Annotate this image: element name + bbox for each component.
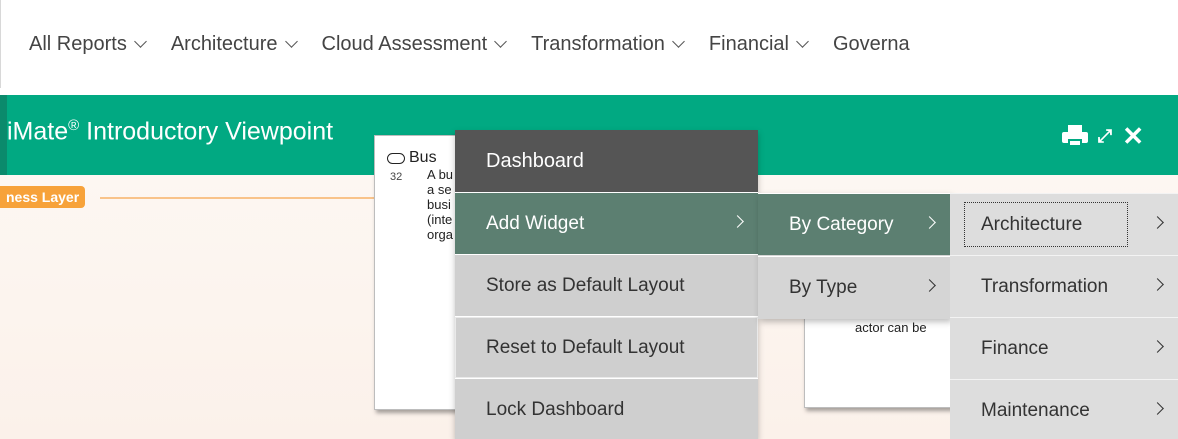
menu-item-by-category[interactable]: By Category bbox=[758, 193, 950, 255]
chevron-right-icon bbox=[1151, 402, 1164, 415]
nav-label: All Reports bbox=[29, 32, 127, 55]
print-icon[interactable] bbox=[1061, 125, 1088, 147]
nav-governance[interactable]: Governa bbox=[833, 33, 910, 56]
nav-cloud-assessment[interactable]: Cloud Assessment bbox=[321, 32, 508, 56]
category-submenu: Architecture Transformation Finance Main… bbox=[950, 193, 1178, 439]
nav-label: Financial bbox=[708, 32, 789, 55]
chevron-down-icon bbox=[796, 34, 809, 48]
nav-architecture[interactable]: Architecture bbox=[170, 32, 298, 56]
chevron-down-icon bbox=[494, 34, 508, 48]
menu-item-architecture[interactable]: Architecture bbox=[950, 193, 1178, 255]
top-navigation: All Reports Architecture Cloud Assessmen… bbox=[0, 0, 1178, 88]
menu-header: Dashboard bbox=[455, 130, 758, 192]
menu-item-finance[interactable]: Finance bbox=[950, 317, 1178, 379]
chevron-right-icon bbox=[731, 215, 744, 228]
dashboard-menu: Dashboard Add Widget Store as Default La… bbox=[455, 130, 758, 439]
nav-financial[interactable]: Financial bbox=[708, 32, 809, 56]
nav-transformation[interactable]: Transformation bbox=[531, 32, 685, 56]
chevron-down-icon bbox=[672, 34, 685, 48]
chevron-right-icon bbox=[1151, 278, 1164, 291]
menu-item-lock-dashboard[interactable]: Lock Dashboard bbox=[455, 378, 758, 439]
business-service-icon bbox=[387, 152, 405, 164]
chevron-right-icon bbox=[923, 216, 936, 229]
chevron-right-icon bbox=[1151, 216, 1164, 229]
nav-label: Governa bbox=[832, 32, 910, 55]
chevron-down-icon bbox=[284, 34, 298, 48]
layer-tag: ness Layer bbox=[0, 186, 86, 208]
menu-item-add-widget[interactable]: Add Widget bbox=[455, 192, 758, 254]
card-title: Bus bbox=[387, 149, 437, 167]
expand-icon[interactable]: ⤢ bbox=[1098, 127, 1112, 145]
menu-item-transformation[interactable]: Transformation bbox=[950, 255, 1178, 317]
chevron-right-icon bbox=[923, 279, 936, 292]
nav-all-reports[interactable]: All Reports bbox=[29, 32, 147, 56]
menu-item-by-type[interactable]: By Type bbox=[758, 256, 950, 318]
chevron-right-icon bbox=[1151, 340, 1164, 353]
add-widget-submenu: By Category By Type bbox=[758, 193, 950, 319]
card-description: actor can be bbox=[855, 320, 927, 335]
panel-title: iMate® Introductory Viewpoint bbox=[7, 117, 334, 146]
card-number: 32 bbox=[390, 171, 403, 183]
focus-outline bbox=[964, 202, 1128, 247]
menu-item-reset-default-layout[interactable]: Reset to Default Layout bbox=[455, 316, 758, 378]
menu-item-maintenance[interactable]: Maintenance bbox=[950, 379, 1178, 439]
panel-toolbar: ⤢ ✕ bbox=[1061, 123, 1144, 149]
chevron-down-icon bbox=[133, 34, 147, 48]
menu-item-store-default-layout[interactable]: Store as Default Layout bbox=[455, 254, 758, 316]
nav-label: Cloud Assessment bbox=[321, 32, 488, 55]
close-icon[interactable]: ✕ bbox=[1122, 123, 1144, 149]
nav-label: Architecture bbox=[170, 32, 278, 55]
nav-label: Transformation bbox=[531, 32, 665, 55]
